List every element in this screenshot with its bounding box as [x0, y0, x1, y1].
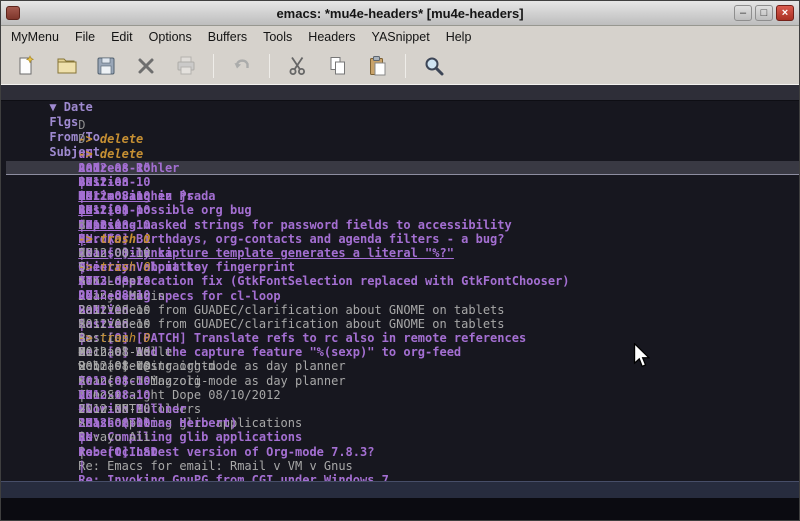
cut-button[interactable]: [281, 52, 314, 81]
close-icon: [134, 54, 158, 78]
message-row[interactable]: D -> delete uN Andreas Röhler | Re: movi…: [6, 104, 799, 118]
paste-button[interactable]: [361, 52, 394, 81]
date-cell: -> trash 0: [78, 260, 172, 274]
toolbar-separator: [405, 54, 406, 78]
undo-icon: [230, 54, 254, 78]
menu-item[interactable]: Help: [438, 27, 480, 47]
mark-indicator: D: [78, 132, 92, 146]
toolbar-separator: [213, 54, 214, 78]
close-buffer-button[interactable]: [129, 52, 162, 81]
copy-button[interactable]: [321, 52, 354, 81]
save-buffer-button[interactable]: [89, 52, 122, 81]
date-cell: -> delete: [78, 132, 172, 146]
undo-button: [225, 52, 258, 81]
date-cell: 2012-08-10: [78, 274, 172, 288]
headers-buffer[interactable]: D -> delete uN Andreas Röhler | Re: movi…: [1, 101, 799, 481]
print-icon: [174, 54, 198, 78]
menu-item[interactable]: Tools: [255, 27, 300, 47]
mark-indicator: d: [78, 246, 92, 260]
window-buttons: – □ ×: [734, 5, 794, 21]
date-cell: 2012-08-10: [78, 402, 172, 416]
date-cell: 2012-08-10: [78, 388, 172, 402]
date-cell: -> trash 0: [78, 331, 172, 345]
minimize-button[interactable]: –: [734, 5, 752, 21]
date-cell: 2012-08-10: [78, 175, 172, 189]
menu-bar: MyMenu File Edit Options Buffers Tools H…: [1, 26, 799, 48]
date-cell: -> delete: [78, 147, 172, 161]
menu-item[interactable]: YASnippet: [364, 27, 438, 47]
date-cell: 2012-08-10: [78, 218, 172, 232]
minibuffer[interactable]: [1, 498, 799, 520]
open-folder-icon: [54, 54, 78, 78]
copy-icon: [326, 54, 350, 78]
subject-cell: Re: Invoking GnuPG from CGI under Window…: [78, 473, 389, 481]
menu-item[interactable]: Options: [141, 27, 200, 47]
save-icon: [94, 54, 118, 78]
subject-cell: Re: Emacs for email: Rmail v VM v Gnus: [78, 459, 353, 473]
new-file-icon: [14, 54, 38, 78]
emacs-window: emacs: *mu4e-headers* [mu4e-headers] – □…: [0, 0, 800, 521]
close-button[interactable]: ×: [776, 5, 794, 21]
headers-column-header: ▼ Date Flgs From/To Subject: [1, 85, 799, 101]
mark-indicator: D: [78, 118, 92, 132]
toolbar-separator: [269, 54, 270, 78]
flags-cell: uN: [78, 430, 108, 444]
maximize-button[interactable]: □: [755, 5, 773, 21]
paste-icon: [366, 54, 390, 78]
date-cell: 2012-08-10: [78, 303, 172, 317]
date-cell: 2012-08-10: [78, 246, 172, 260]
menu-item[interactable]: Headers: [300, 27, 363, 47]
open-file-button[interactable]: [49, 52, 82, 81]
emacs-frame: ▼ Date Flgs From/To Subject D -> delete …: [1, 84, 799, 520]
menu-item[interactable]: File: [67, 27, 103, 47]
menu-item[interactable]: MyMenu: [3, 27, 67, 47]
toolbar: [1, 48, 799, 84]
mode-line: *mu4e-headers* ( 5, 0) [All/2.0k] [mu4e-…: [1, 481, 799, 498]
title-bar: emacs: *mu4e-headers* [mu4e-headers] – □…: [1, 1, 799, 26]
menu-item[interactable]: Edit: [103, 27, 141, 47]
new-file-button[interactable]: [9, 52, 42, 81]
print-buffer-button: [169, 52, 202, 81]
menu-item[interactable]: Buffers: [200, 27, 255, 47]
message-row[interactable]: D -> delete uaN Bastien | Re: [O] possib…: [6, 118, 799, 132]
date-cell: 2012-08-10: [78, 345, 172, 359]
date-cell: 2012-08-10: [78, 359, 172, 373]
mark-indicator: d: [78, 317, 92, 331]
emacs-icon: [6, 6, 20, 20]
search-button[interactable]: [417, 52, 450, 81]
date-cell: 2012-08-10: [78, 203, 172, 217]
date-cell: 2012-08-10: [78, 189, 172, 203]
date-cell: 2012-08-10: [78, 374, 172, 388]
date-cell: 2012-08-10: [78, 161, 172, 175]
mark-indicator: d: [78, 218, 92, 232]
thread-indicator: |: [78, 459, 92, 473]
date-cell: -> trash 0: [78, 232, 172, 246]
date-cell: 2012-08-09: [78, 416, 172, 430]
window-title: emacs: *mu4e-headers* [mu4e-headers]: [1, 6, 799, 21]
date-cell: 2012-08-10: [78, 288, 172, 302]
search-icon: [422, 54, 446, 78]
cut-icon: [286, 54, 310, 78]
date-cell: 2012-08-10: [78, 317, 172, 331]
from-cell: robertcInSD: [78, 445, 217, 459]
